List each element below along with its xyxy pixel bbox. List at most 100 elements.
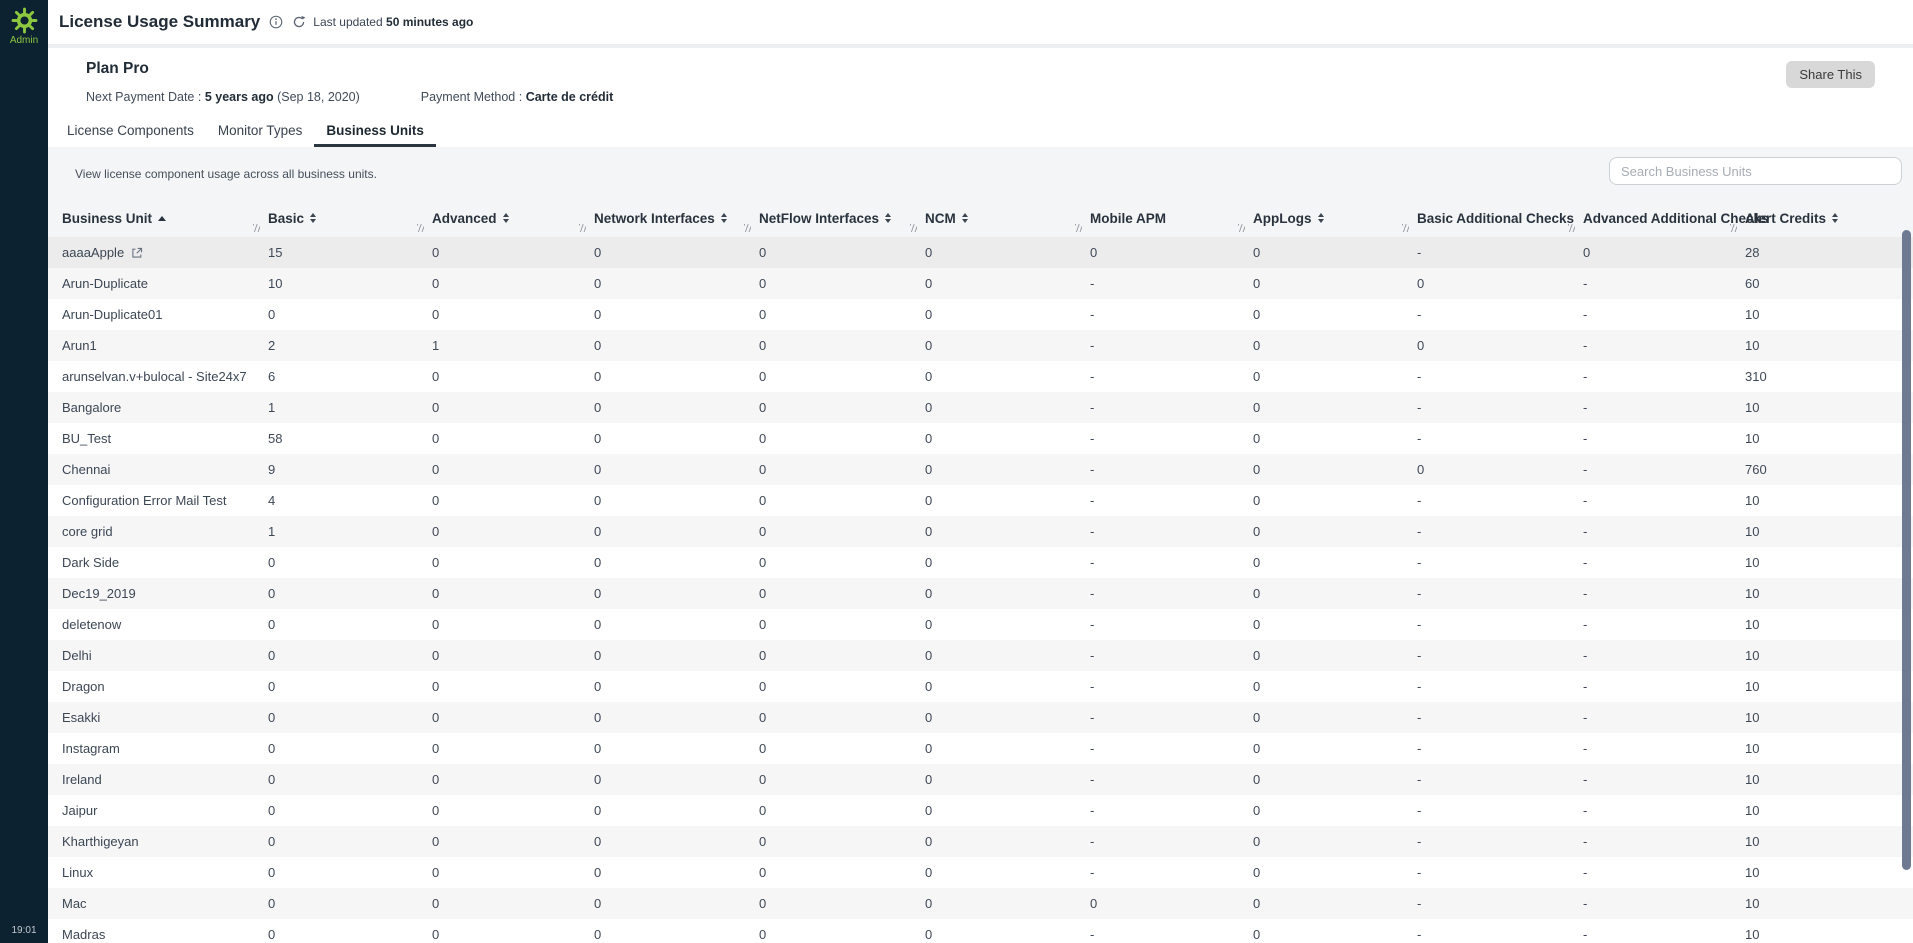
column-resize-handle[interactable]: [1402, 224, 1409, 232]
external-link-icon[interactable]: [131, 247, 143, 259]
column-resize-handle[interactable]: [579, 224, 586, 232]
business-unit-name-cell[interactable]: core grid: [62, 524, 268, 539]
business-unit-name-cell[interactable]: Dec19_2019: [62, 586, 268, 601]
column-resize-handle[interactable]: [910, 224, 917, 232]
table-toolbar-section: View license component usage across all …: [48, 147, 1913, 237]
column-header-basic-additional-checks[interactable]: Basic Additional Checks: [1417, 211, 1583, 226]
search-input[interactable]: [1609, 157, 1902, 185]
table-row[interactable]: Instagram00000-0--10: [48, 733, 1913, 764]
column-header-mobile-apm[interactable]: Mobile APM: [1090, 211, 1253, 226]
column-header-alert-credits[interactable]: Alert Credits: [1745, 211, 1905, 226]
value-cell: 0: [432, 927, 594, 942]
business-unit-name: Chennai: [62, 462, 110, 477]
table-row[interactable]: Dec19_201900000-0--10: [48, 578, 1913, 609]
business-unit-name-cell[interactable]: Ireland: [62, 772, 268, 787]
business-unit-name-cell[interactable]: BU_Test: [62, 431, 268, 446]
table-row[interactable]: BU_Test580000-0--10: [48, 423, 1913, 454]
column-header-business-unit[interactable]: Business Unit: [62, 211, 268, 226]
business-unit-name-cell[interactable]: Madras: [62, 927, 268, 942]
table-row[interactable]: Jaipur00000-0--10: [48, 795, 1913, 826]
business-unit-name-cell[interactable]: Linux: [62, 865, 268, 880]
sort-toggle-icon[interactable]: [1318, 213, 1324, 223]
refresh-icon[interactable]: [292, 15, 306, 29]
column-resize-handle[interactable]: [744, 224, 751, 232]
column-header-advanced-additional-checks[interactable]: Advanced Additional Checks: [1583, 211, 1745, 226]
table-row[interactable]: Linux00000-0--10: [48, 857, 1913, 888]
value-cell: 0: [268, 803, 432, 818]
business-unit-name-cell[interactable]: Chennai: [62, 462, 268, 477]
business-unit-name-cell[interactable]: Dark Side: [62, 555, 268, 570]
business-unit-name-cell[interactable]: arunselvan.v+bulocal - Site24x7: [62, 369, 268, 384]
sort-toggle-icon[interactable]: [503, 213, 509, 223]
business-unit-name: Dec19_2019: [62, 586, 136, 601]
value-cell: 0: [759, 276, 925, 291]
column-header-advanced[interactable]: Advanced: [432, 211, 594, 226]
business-unit-name-cell[interactable]: Arun-Duplicate01: [62, 307, 268, 322]
table-row[interactable]: Mac0000000--10: [48, 888, 1913, 919]
business-unit-name-cell[interactable]: Dragon: [62, 679, 268, 694]
table-row[interactable]: Bangalore10000-0--10: [48, 392, 1913, 423]
value-cell: 0: [759, 369, 925, 384]
business-unit-name-cell[interactable]: Jaipur: [62, 803, 268, 818]
table-row[interactable]: Chennai90000-00-760: [48, 454, 1913, 485]
business-unit-name-cell[interactable]: Kharthigeyan: [62, 834, 268, 849]
sort-toggle-icon[interactable]: [721, 213, 727, 223]
tab-business-units[interactable]: Business Units: [314, 115, 436, 147]
column-resize-handle[interactable]: [1075, 224, 1082, 232]
table-row[interactable]: Dragon00000-0--10: [48, 671, 1913, 702]
business-unit-name-cell[interactable]: Arun-Duplicate: [62, 276, 268, 291]
business-unit-name-cell[interactable]: deletenow: [62, 617, 268, 632]
vertical-scrollbar[interactable]: [1902, 230, 1911, 870]
business-unit-name-cell[interactable]: Bangalore: [62, 400, 268, 415]
sort-toggle-icon[interactable]: [885, 213, 891, 223]
last-updated-value: 50 minutes ago: [386, 15, 473, 29]
table-row[interactable]: Ireland00000-0--10: [48, 764, 1913, 795]
column-header-applogs[interactable]: AppLogs: [1253, 211, 1417, 226]
value-cell: 0: [268, 586, 432, 601]
tab-license-components[interactable]: License Components: [55, 115, 206, 147]
table-row[interactable]: arunselvan.v+bulocal - Site24x760000-0--…: [48, 361, 1913, 392]
admin-gear-icon[interactable]: [11, 7, 38, 34]
value-cell: 10: [1745, 927, 1905, 942]
table-row[interactable]: Kharthigeyan00000-0--10: [48, 826, 1913, 857]
sort-toggle-icon[interactable]: [310, 213, 316, 223]
value-cell: 0: [594, 555, 759, 570]
value-cell: 0: [925, 710, 1090, 725]
column-resize-handle[interactable]: [1730, 224, 1737, 232]
table-row[interactable]: Madras00000-0--10: [48, 919, 1913, 943]
value-cell: -: [1417, 896, 1583, 911]
column-resize-handle[interactable]: [253, 224, 260, 232]
sort-toggle-icon[interactable]: [962, 213, 968, 223]
sort-toggle-icon[interactable]: [1832, 213, 1838, 223]
column-resize-handle[interactable]: [1568, 224, 1575, 232]
column-header-netflow-interfaces[interactable]: NetFlow Interfaces: [759, 211, 925, 226]
value-cell: 0: [1253, 710, 1417, 725]
business-unit-name-cell[interactable]: Instagram: [62, 741, 268, 756]
column-resize-handle[interactable]: [1238, 224, 1245, 232]
table-row[interactable]: Esakki00000-0--10: [48, 702, 1913, 733]
column-header-basic[interactable]: Basic: [268, 211, 432, 226]
share-this-button[interactable]: Share This: [1786, 61, 1875, 88]
column-header-network-interfaces[interactable]: Network Interfaces: [594, 211, 759, 226]
business-unit-name-cell[interactable]: Mac: [62, 896, 268, 911]
business-unit-name-cell[interactable]: Esakki: [62, 710, 268, 725]
table-row[interactable]: Arun121000-00-10: [48, 330, 1913, 361]
table-row[interactable]: Arun-Duplicate0100000-0--10: [48, 299, 1913, 330]
business-unit-name-cell[interactable]: Delhi: [62, 648, 268, 663]
business-unit-name-cell[interactable]: Arun1: [62, 338, 268, 353]
tab-monitor-types[interactable]: Monitor Types: [206, 115, 315, 147]
table-row[interactable]: core grid10000-0--10: [48, 516, 1913, 547]
table-row[interactable]: Configuration Error Mail Test40000-0--10: [48, 485, 1913, 516]
business-unit-name-cell[interactable]: Configuration Error Mail Test: [62, 493, 268, 508]
column-header-ncm[interactable]: NCM: [925, 211, 1090, 226]
column-resize-handle[interactable]: [417, 224, 424, 232]
table-row[interactable]: aaaaApple15000000-028: [48, 237, 1913, 268]
table-row[interactable]: deletenow00000-0--10: [48, 609, 1913, 640]
business-unit-name-cell[interactable]: aaaaApple: [62, 245, 268, 260]
table-row[interactable]: Arun-Duplicate100000-00-60: [48, 268, 1913, 299]
value-cell: -: [1417, 927, 1583, 942]
table-row[interactable]: Dark Side00000-0--10: [48, 547, 1913, 578]
sort-ascending-icon[interactable]: [158, 216, 166, 221]
info-icon[interactable]: [269, 15, 283, 29]
table-row[interactable]: Delhi00000-0--10: [48, 640, 1913, 671]
